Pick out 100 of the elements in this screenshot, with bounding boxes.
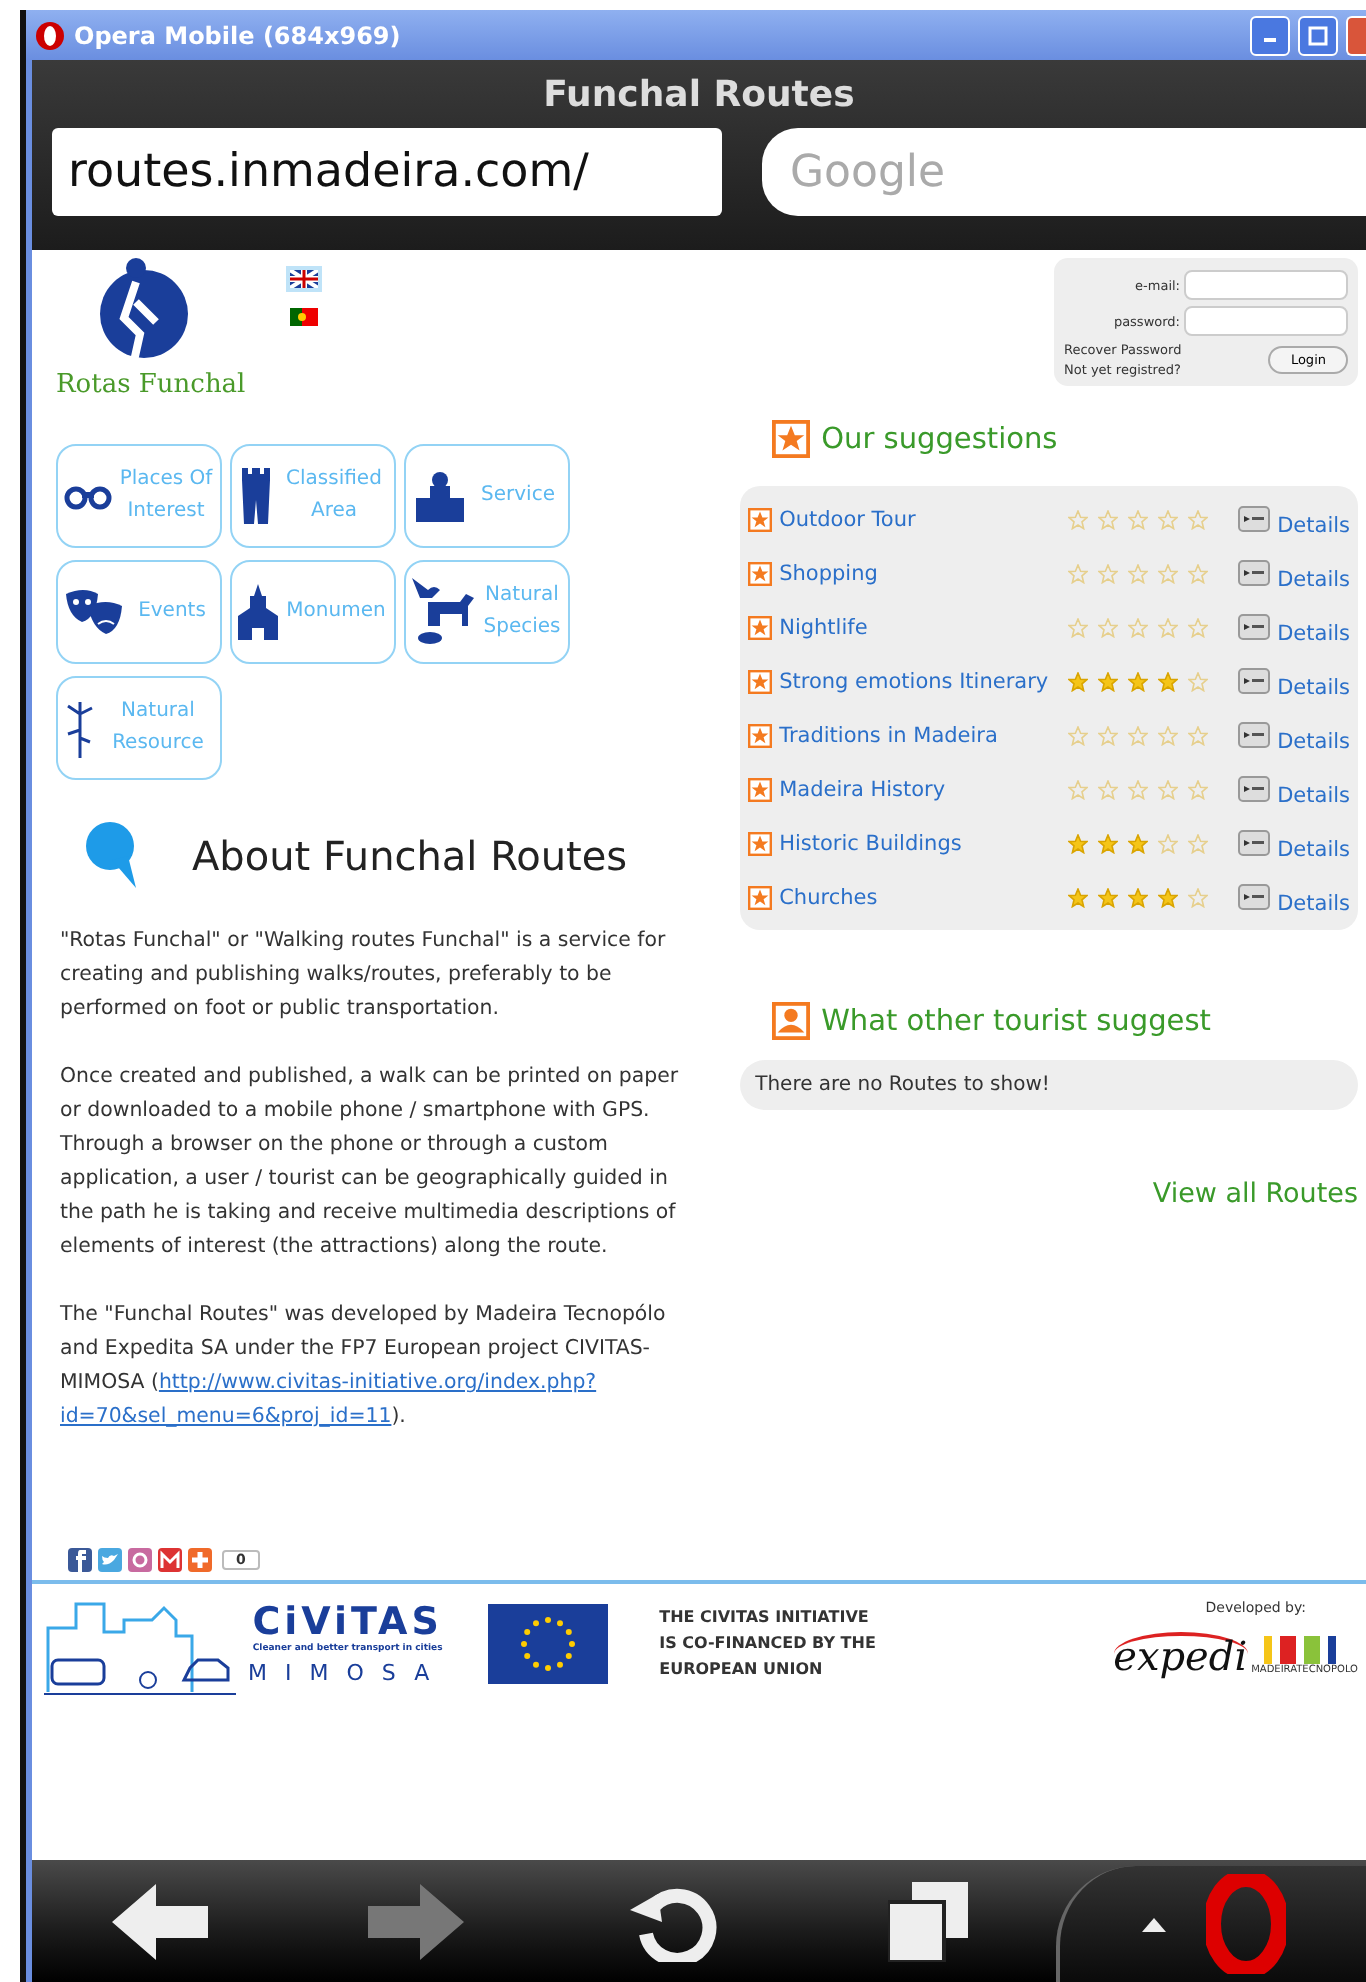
- route-link[interactable]: Historic Buildings: [779, 831, 1068, 855]
- details-icon[interactable]: [1237, 560, 1270, 586]
- details-link[interactable]: Details: [1277, 879, 1350, 915]
- link[interactable]: http://www.civitas-initiative.org/index.php?: [158, 1372, 597, 1394]
- logo-text: Rotas Funchal: [56, 370, 246, 400]
- flag-icon[interactable]: [286, 304, 322, 330]
- close-button[interactable]: [1346, 15, 1366, 55]
- details-icon[interactable]: [1237, 614, 1270, 640]
- address-field[interactable]: routes.inmadeira.com/: [52, 128, 722, 216]
- star-icon: [1187, 563, 1208, 583]
- details-icon[interactable]: [1237, 668, 1270, 694]
- circle-icon[interactable]: [128, 1548, 152, 1572]
- star-icon: [1157, 617, 1178, 637]
- star-icon: [1187, 617, 1208, 637]
- email-field[interactable]: [1184, 270, 1348, 300]
- details-link[interactable]: Details: [1277, 609, 1350, 645]
- details-link[interactable]: Details: [1277, 771, 1350, 807]
- route-link[interactable]: Churches: [779, 885, 1068, 909]
- details-icon[interactable]: [1237, 776, 1270, 802]
- star-icon: [1097, 509, 1118, 529]
- details-link[interactable]: Details: [1277, 825, 1350, 861]
- details-link[interactable]: Details: [1277, 555, 1350, 591]
- caret-up-icon: [1141, 1917, 1165, 1931]
- speech-bubble-icon: [84, 820, 140, 892]
- details-icon[interactable]: [1237, 722, 1270, 748]
- star-icon: [747, 561, 772, 585]
- star-icon: [1187, 887, 1208, 907]
- route-link[interactable]: Strong emotions Itinerary: [779, 669, 1068, 693]
- star-icon: [1187, 509, 1208, 529]
- details-link[interactable]: Details: [1277, 501, 1350, 537]
- star-icon: [1067, 671, 1088, 691]
- mail-icon[interactable]: [158, 1548, 182, 1572]
- route-link[interactable]: Nightlife: [779, 615, 1068, 639]
- maximize-icon: [1308, 25, 1328, 45]
- counter-icon: [412, 470, 468, 522]
- category-tile[interactable]: Classified Area: [230, 444, 396, 548]
- star-icon: [1097, 887, 1118, 907]
- details-link[interactable]: Details: [1277, 717, 1350, 753]
- star-icon: [1127, 509, 1148, 529]
- minimize-button[interactable]: [1250, 15, 1290, 55]
- menu-button[interactable]: [1056, 1866, 1366, 1982]
- category-tile[interactable]: Events: [56, 560, 222, 664]
- star-icon: [1067, 779, 1088, 799]
- star-icon: [1157, 671, 1178, 691]
- star-icon: [747, 507, 772, 531]
- category-tile[interactable]: Monumen: [230, 560, 396, 664]
- details-icon[interactable]: [1237, 506, 1270, 532]
- category-tile[interactable]: Natural Resource: [56, 676, 222, 780]
- star-icon: [747, 885, 772, 909]
- eu-funding-text: EUROPEAN UNION: [659, 1660, 825, 1678]
- details-icon[interactable]: [1237, 830, 1270, 856]
- star-icon: [1127, 563, 1148, 583]
- browser-logo-icon: [34, 19, 66, 51]
- plus-icon[interactable]: [188, 1548, 212, 1572]
- star-icon: [1097, 671, 1118, 691]
- view-all-routes-link[interactable]: View all Routes: [1152, 1178, 1358, 1210]
- star-icon: [1127, 671, 1148, 691]
- star-icon: [1187, 671, 1208, 691]
- star-icon: [1187, 725, 1208, 745]
- password-field[interactable]: [1184, 306, 1348, 336]
- route-link[interactable]: Traditions in Madeira: [779, 723, 1068, 747]
- mimosa-text: MIMOSA: [248, 1660, 448, 1686]
- star-icon: [1127, 617, 1148, 637]
- star-icon: [1067, 563, 1088, 583]
- eu-funding-text: IS CO-FINANCED BY THE: [659, 1634, 876, 1652]
- paragraph: "Rotas Funchal" or "Walking routes Funchal" is a service for creating and publishing walks/routes, preferably to be performed on foot or public transportation.: [60, 928, 668, 1024]
- route-link[interactable]: Madeira History: [779, 777, 1068, 801]
- star-icon: [1067, 833, 1088, 853]
- page-title: Funchal Routes: [541, 72, 857, 120]
- star-icon: [1187, 833, 1208, 853]
- star-icon: [1157, 887, 1178, 907]
- star-icon: [1067, 509, 1088, 529]
- route-link[interactable]: Shopping: [779, 561, 1068, 585]
- category-tile[interactable]: Places Of Interest: [56, 444, 222, 548]
- window-title: Opera Mobile (684x969): [74, 21, 403, 49]
- details-link[interactable]: Details: [1277, 663, 1350, 699]
- category-tile[interactable]: Service: [404, 444, 570, 548]
- star-icon: [1127, 725, 1148, 745]
- flag-icon[interactable]: [286, 266, 322, 292]
- star-icon: [1157, 509, 1178, 529]
- star-icon: [1187, 779, 1208, 799]
- star-icon: [1067, 887, 1088, 907]
- star-icon: [747, 723, 772, 747]
- facebook-icon[interactable]: [68, 1548, 92, 1572]
- expedi-logo-text: expedi: [1113, 1632, 1248, 1676]
- star-icon: [1097, 725, 1118, 745]
- link[interactable]: id=70&sel_menu=6&proj_id=11: [60, 1406, 392, 1428]
- section-heading: About Funchal Routes: [192, 832, 628, 880]
- star-icon: [747, 831, 772, 855]
- category-tile[interactable]: Natural Species: [404, 560, 570, 664]
- maximize-button[interactable]: [1298, 15, 1338, 55]
- details-icon[interactable]: [1237, 884, 1270, 910]
- tabs-icon: [888, 1881, 968, 1961]
- star-icon: [1097, 779, 1118, 799]
- o-logo-icon: [1205, 1874, 1285, 1974]
- search-field[interactable]: Google: [762, 128, 1366, 216]
- paragraph: The "Funchal Routes" was developed by Madeira Tecnopólo and Expedita SA under the FP7 European project CIVITAS-MIMOSA (http://www.civitas-initiative.org/index.php? id=70&sel_menu=6&proj_id=11).: [60, 1301, 668, 1432]
- route-link[interactable]: Outdoor Tour: [779, 507, 1068, 531]
- plant-icon: [64, 698, 96, 758]
- back-arrow-icon: [112, 1883, 208, 1959]
